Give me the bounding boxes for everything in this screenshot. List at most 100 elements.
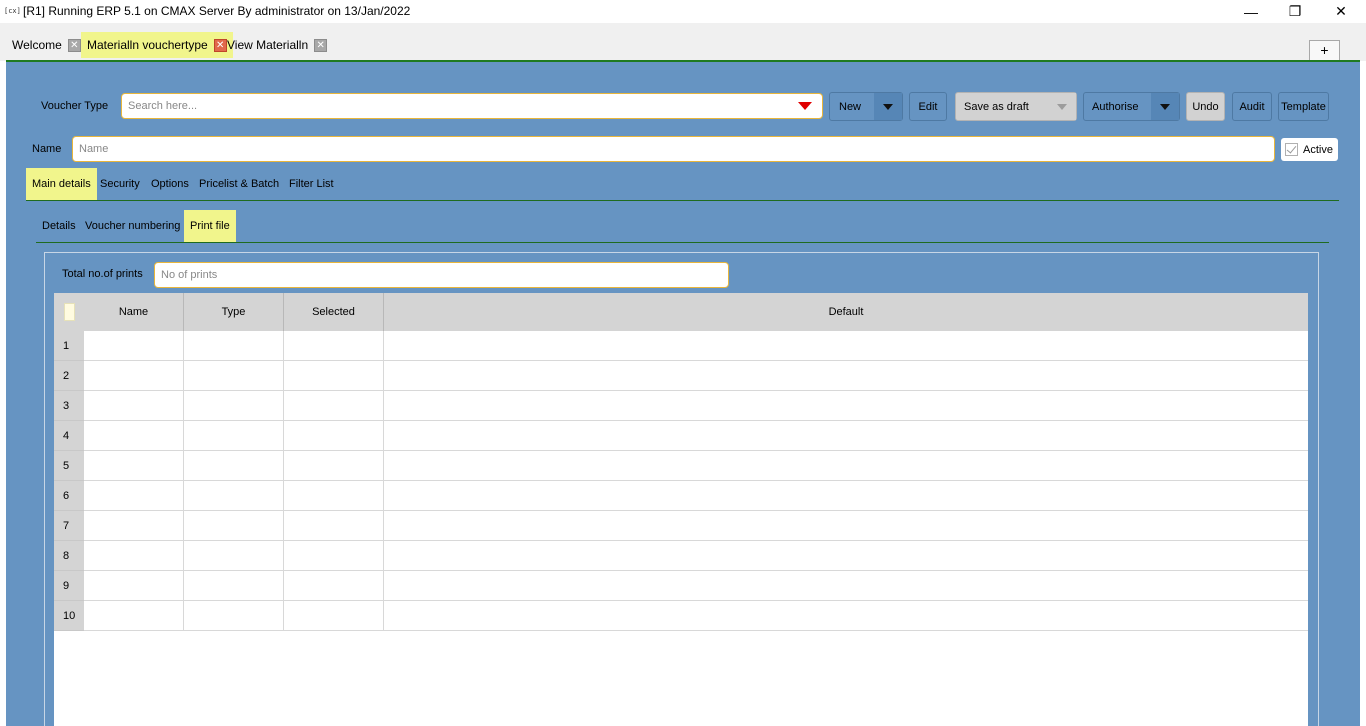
tab-voucher-numbering[interactable]: Voucher numbering — [79, 210, 186, 242]
table-cell[interactable] — [84, 331, 184, 361]
tab-materialln-vouchertype[interactable]: Materialln vouchertype ✕ — [81, 32, 233, 58]
new-dropdown-toggle[interactable] — [874, 93, 902, 120]
tab-welcome[interactable]: Welcome ✕ — [6, 32, 87, 58]
tab-filter-list[interactable]: Filter List — [283, 168, 340, 200]
table-row[interactable]: 8 — [54, 541, 1308, 571]
table-cell[interactable] — [284, 601, 384, 631]
app-icon: [cx] — [4, 7, 21, 15]
table-cell[interactable] — [184, 541, 284, 571]
table-cell[interactable] — [184, 451, 284, 481]
table-cell[interactable] — [184, 361, 284, 391]
table-cell[interactable] — [84, 511, 184, 541]
table-cell[interactable] — [84, 391, 184, 421]
tab-close-icon[interactable]: ✕ — [314, 38, 328, 52]
table-row[interactable]: 1 — [54, 331, 1308, 361]
undo-button[interactable]: Undo — [1186, 92, 1225, 121]
table-cell[interactable] — [284, 541, 384, 571]
table-cell[interactable] — [184, 481, 284, 511]
tab-print-file[interactable]: Print file — [184, 210, 236, 242]
table-cell[interactable] — [384, 421, 1308, 451]
table-row[interactable]: 7 — [54, 511, 1308, 541]
minimize-button[interactable]: — — [1228, 0, 1274, 23]
chevron-down-icon — [883, 103, 893, 110]
audit-button[interactable]: Audit — [1232, 92, 1272, 121]
table-row[interactable]: 2 — [54, 361, 1308, 391]
table-cell[interactable] — [184, 601, 284, 631]
tab-main-details[interactable]: Main details — [26, 168, 97, 200]
table-row[interactable]: 10 — [54, 601, 1308, 631]
table-row[interactable]: 4 — [54, 421, 1308, 451]
table-cell[interactable] — [84, 481, 184, 511]
new-button[interactable]: New — [829, 92, 903, 121]
table-row[interactable]: 9 — [54, 571, 1308, 601]
table-cell[interactable] — [284, 451, 384, 481]
tab-view-materialln[interactable]: View Materialln ✕ — [221, 32, 333, 58]
table-cell[interactable] — [384, 601, 1308, 631]
new-tab-button[interactable]: + — [1309, 40, 1340, 61]
checkbox-icon — [1285, 143, 1298, 156]
table-cell[interactable] — [184, 331, 284, 361]
table-cell[interactable] — [284, 391, 384, 421]
close-icon: ✕ — [1335, 3, 1347, 19]
table-cell[interactable] — [284, 361, 384, 391]
tab-pricelist-batch[interactable]: Pricelist & Batch — [193, 168, 285, 200]
authorise-button[interactable]: Authorise — [1083, 92, 1180, 121]
table-row[interactable]: 5 — [54, 451, 1308, 481]
name-placeholder: Name — [79, 143, 109, 155]
table-cell[interactable] — [184, 511, 284, 541]
edit-button[interactable]: Edit — [909, 92, 947, 121]
table-cell[interactable] — [384, 331, 1308, 361]
column-label: Selected — [312, 306, 355, 318]
table-cell[interactable] — [284, 421, 384, 451]
table-cell[interactable] — [184, 421, 284, 451]
chevron-down-icon — [1160, 103, 1170, 110]
row-number: 6 — [54, 481, 84, 511]
main-panel: Voucher Type Search here... New Edit Sav… — [6, 60, 1360, 726]
tab-options[interactable]: Options — [145, 168, 195, 200]
total-prints-input[interactable]: No of prints — [154, 262, 729, 288]
template-button[interactable]: Template — [1278, 92, 1329, 121]
table-cell[interactable] — [284, 481, 384, 511]
table-cell[interactable] — [384, 361, 1308, 391]
tab-security[interactable]: Security — [94, 168, 146, 200]
table-row[interactable]: 6 — [54, 481, 1308, 511]
authorise-dropdown-toggle[interactable] — [1151, 93, 1179, 120]
table-cell[interactable] — [84, 601, 184, 631]
table-cell[interactable] — [84, 421, 184, 451]
select-all-box[interactable] — [64, 303, 75, 321]
table-row[interactable]: 3 — [54, 391, 1308, 421]
row-number: 9 — [54, 571, 84, 601]
table-cell[interactable] — [284, 571, 384, 601]
table-cell[interactable] — [384, 451, 1308, 481]
voucher-type-search-input[interactable]: Search here... — [121, 93, 823, 119]
table-cell[interactable] — [84, 361, 184, 391]
save-as-draft-button[interactable]: Save as draft — [955, 92, 1077, 121]
table-cell[interactable] — [284, 331, 384, 361]
tab-label: Filter List — [289, 178, 334, 190]
table-cell[interactable] — [384, 541, 1308, 571]
table-cell[interactable] — [184, 571, 284, 601]
restore-button[interactable]: ❐ — [1272, 0, 1318, 23]
dropdown-caret-icon[interactable] — [798, 102, 812, 110]
table-cell[interactable] — [84, 541, 184, 571]
name-input[interactable]: Name — [72, 136, 1275, 162]
table-cell[interactable] — [384, 391, 1308, 421]
table-cell[interactable] — [384, 511, 1308, 541]
column-header-name[interactable]: Name — [84, 293, 184, 331]
table-cell[interactable] — [84, 571, 184, 601]
tab-details[interactable]: Details — [36, 210, 82, 242]
table-cell[interactable] — [384, 481, 1308, 511]
save-draft-dropdown-toggle[interactable] — [1048, 93, 1076, 120]
column-header-default[interactable]: Default — [384, 293, 1308, 331]
table-cell[interactable] — [384, 571, 1308, 601]
tab-close-icon[interactable]: ✕ — [67, 38, 81, 52]
select-all-cell[interactable] — [54, 293, 84, 331]
column-header-selected[interactable]: Selected — [284, 293, 384, 331]
table-cell[interactable] — [84, 451, 184, 481]
column-header-type[interactable]: Type — [184, 293, 284, 331]
active-checkbox[interactable]: Active — [1281, 138, 1338, 161]
close-window-button[interactable]: ✕ — [1318, 0, 1364, 23]
table-cell[interactable] — [284, 511, 384, 541]
authorise-label: Authorise — [1092, 100, 1139, 113]
table-cell[interactable] — [184, 391, 284, 421]
